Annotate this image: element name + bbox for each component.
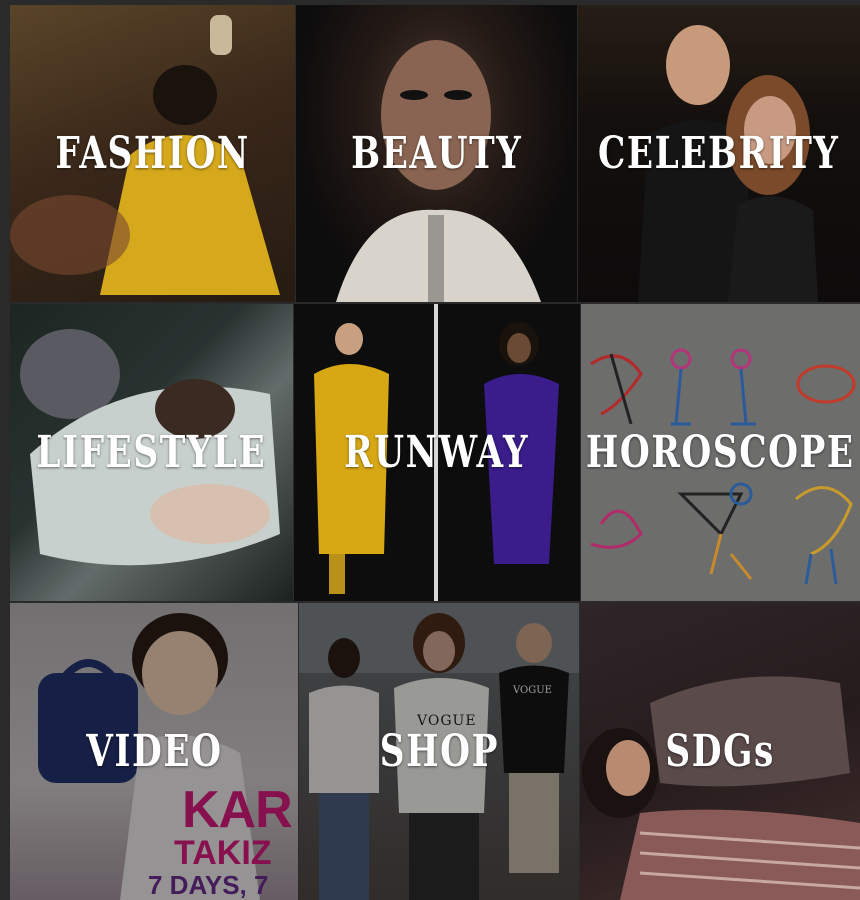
tile-label: SHOP [379,726,499,777]
tile-beauty[interactable]: BEAUTY [296,5,577,302]
tile-label: CELEBRITY [598,128,840,179]
tile-label: HOROSCOPE [586,427,855,478]
tile-runway[interactable]: RUNWAY [294,304,580,601]
tile-horoscope[interactable]: HOROSCOPE [581,304,860,601]
category-grid: FASHION BEAUTY CELEBRITY LIFESTYLE RUNWA… [0,0,860,900]
tile-label: BEAUTY [350,128,523,179]
tile-celebrity[interactable]: CELEBRITY [578,5,860,302]
tile-fashion[interactable]: FASHION [10,5,295,302]
tile-shop[interactable]: VOGUE VOGUE SHOP [299,603,579,900]
tile-video[interactable]: KAR TAKIZ 7 DAYS, 7 VIDEO [10,603,298,900]
tile-sdgs[interactable]: SDGs [580,603,860,900]
tile-label: SDGs [665,726,775,777]
tile-lifestyle[interactable]: LIFESTYLE [10,304,293,601]
tile-label: FASHION [55,128,250,179]
tile-label: VIDEO [85,726,223,777]
tile-label: RUNWAY [344,427,530,478]
tile-label: LIFESTYLE [36,427,267,478]
